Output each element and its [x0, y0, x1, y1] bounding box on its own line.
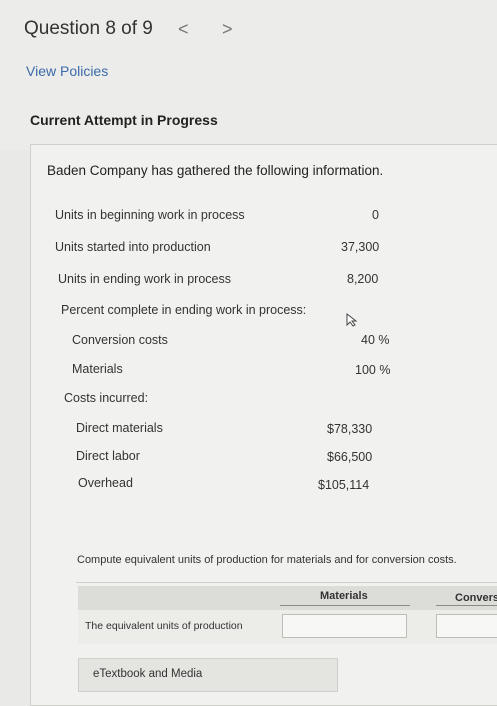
- column-header-conversion: Convers: [455, 592, 497, 604]
- info-value: 100 %: [355, 363, 391, 377]
- info-label: Units in ending work in process: [58, 272, 231, 286]
- question-instruction: Compute equivalent units of production f…: [77, 554, 457, 566]
- view-policies-link[interactable]: View Policies: [26, 63, 108, 79]
- materials-equivalent-units-input[interactable]: [282, 614, 407, 638]
- previous-question-icon[interactable]: <: [178, 19, 189, 40]
- info-value: $78,330: [327, 422, 373, 436]
- info-label: Costs incurred:: [64, 391, 149, 405]
- conversion-equivalent-units-input[interactable]: [436, 614, 497, 638]
- info-label: Overhead: [78, 476, 133, 490]
- info-value: 0: [372, 208, 379, 222]
- etextbook-button[interactable]: eTextbook and Media: [78, 658, 338, 692]
- info-label: Materials: [72, 362, 123, 376]
- info-value: $105,114: [318, 478, 370, 492]
- answer-grid-header: [78, 586, 497, 610]
- column-header-materials: Materials: [320, 590, 368, 602]
- mouse-cursor-icon: [346, 313, 358, 327]
- info-label: Units started into production: [55, 240, 211, 254]
- info-label: Direct materials: [76, 421, 163, 435]
- divider: [76, 582, 497, 583]
- info-value: $66,500: [327, 450, 373, 464]
- problem-intro: Baden Company has gathered the following…: [47, 163, 384, 178]
- next-question-icon[interactable]: >: [222, 19, 233, 40]
- info-value: 8,200: [347, 272, 379, 286]
- attempt-status: Current Attempt in Progress: [30, 112, 218, 128]
- info-label: Conversion costs: [72, 333, 168, 347]
- info-label: Direct labor: [76, 449, 140, 463]
- info-label: Percent complete in ending work in proce…: [61, 303, 307, 317]
- question-counter: Question 8 of 9: [24, 18, 153, 39]
- column-underline: [436, 605, 497, 606]
- info-value: 37,300: [341, 240, 380, 254]
- answer-row-label: The equivalent units of production: [85, 620, 243, 632]
- info-value: 40 %: [361, 333, 390, 347]
- etextbook-label: eTextbook and Media: [93, 668, 203, 680]
- column-underline: [280, 605, 410, 606]
- info-label: Units in beginning work in process: [55, 208, 245, 222]
